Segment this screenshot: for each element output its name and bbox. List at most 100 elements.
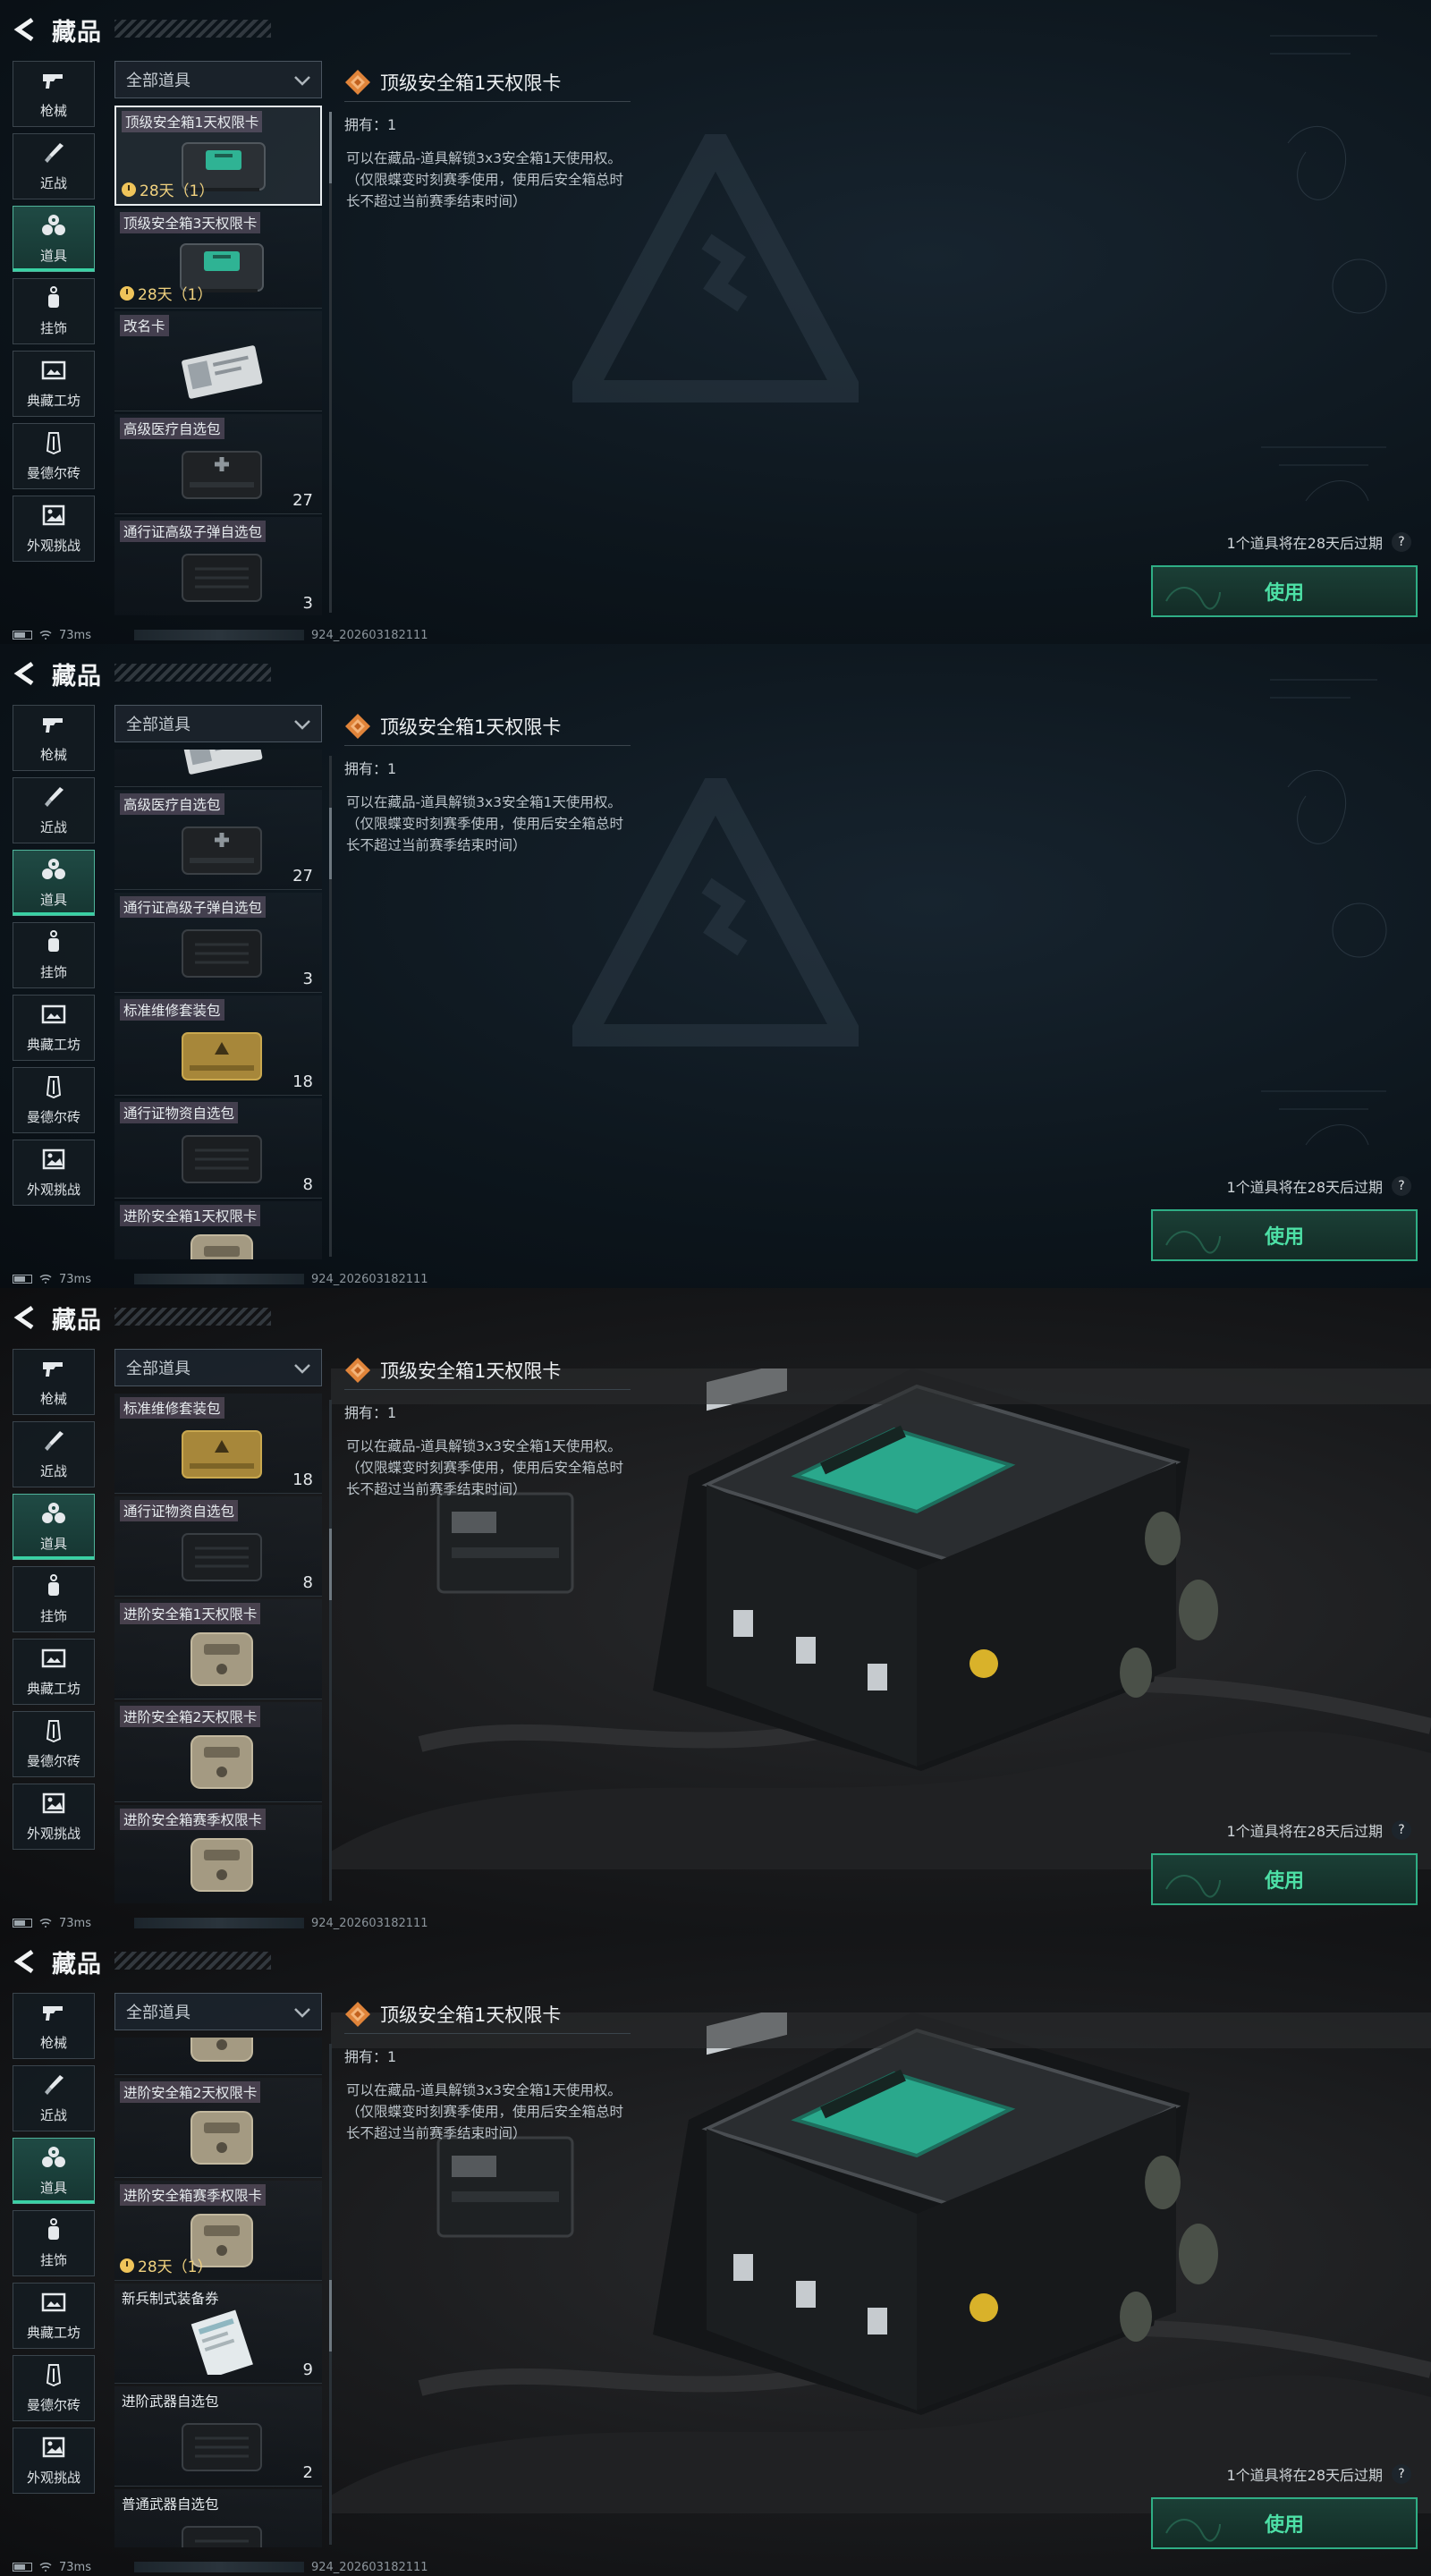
expiry-notice: 1个道具将在28天后过期? <box>1226 2463 1411 2485</box>
button-decoration <box>1165 587 1221 610</box>
item-list[interactable]: 标准维修套装包 18 通行证物资自选包 8 进阶安全箱1天权限卡 进阶安全箱2天权限卡 进阶… <box>114 1394 324 1903</box>
help-icon[interactable]: ? <box>1392 532 1411 552</box>
background-schematic <box>1261 679 1387 1146</box>
items-icon <box>40 858 67 885</box>
sidebar-item-image[interactable]: 外观挑战 <box>13 2428 95 2494</box>
item-card[interactable]: 通行证高级子弹自选包 3 <box>114 517 322 615</box>
scrollbar-thumb[interactable] <box>329 2280 332 2351</box>
brick-icon <box>40 1719 67 1746</box>
sidebar-item-knife[interactable]: 近战 <box>13 2065 95 2131</box>
scrollbar-thumb[interactable] <box>329 808 332 879</box>
sidebar-item-image[interactable]: 外观挑战 <box>13 1140 95 1206</box>
item-card[interactable]: 改名卡 <box>114 311 322 411</box>
item-card[interactable]: 普通武器自选包 <box>114 2489 322 2547</box>
sidebar-item-knife[interactable]: 近战 <box>13 1421 95 1487</box>
item-card[interactable]: 通行证物资自选包 8 <box>114 1098 322 1199</box>
back-arrow-icon[interactable] <box>13 1948 39 1975</box>
sidebar-item-gun[interactable]: 枪械 <box>13 61 95 127</box>
sidebar-item-gun[interactable]: 枪械 <box>13 1349 95 1415</box>
help-icon[interactable]: ? <box>1392 1176 1411 1196</box>
list-scrollbar[interactable] <box>329 756 332 1257</box>
sidebar-item-picture-frame[interactable]: 典藏工坊 <box>13 2283 95 2349</box>
help-icon[interactable]: ? <box>1392 1820 1411 1840</box>
sidebar-item-charm[interactable]: 挂饰 <box>13 278 95 344</box>
item-list[interactable]: 进阶安全箱2天权限卡 进阶安全箱赛季权限卡 28天（1） 新兵制式装备券 9 进阶武器自选… <box>114 2038 324 2547</box>
item-card[interactable]: 新兵制式装备券 9 <box>114 2284 322 2384</box>
sidebar-item-image[interactable]: 外观挑战 <box>13 496 95 562</box>
item-detail-header: 顶级安全箱1天权限卡 <box>344 1995 631 2034</box>
sidebar-item-items[interactable]: 道具 <box>13 2138 95 2204</box>
item-card[interactable]: 进阶安全箱2天权限卡 <box>114 1702 322 1802</box>
sidebar-item-gun[interactable]: 枪械 <box>13 1993 95 2059</box>
item-card[interactable]: 通行证高级子弹自选包 3 <box>114 893 322 993</box>
back-arrow-icon[interactable] <box>13 16 39 43</box>
wifi-icon <box>39 1918 52 1928</box>
chevron-down-icon <box>294 76 310 86</box>
sidebar-item-brick[interactable]: 曼德尔砖 <box>13 1711 95 1777</box>
back-arrow-icon[interactable] <box>13 660 39 687</box>
help-icon[interactable]: ? <box>1392 2464 1411 2484</box>
sidebar-item-label: 枪械 <box>39 746 67 763</box>
picture-frame-icon <box>40 359 67 386</box>
item-card[interactable]: 标准维修套装包 18 <box>114 1394 322 1494</box>
sidebar-item-gun[interactable]: 枪械 <box>13 705 95 771</box>
scrollbar-thumb[interactable] <box>329 1529 332 1600</box>
list-scrollbar[interactable] <box>329 2044 332 2545</box>
item-card[interactable]: 进阶安全箱赛季权限卡 <box>114 1805 322 1903</box>
sidebar-item-items[interactable]: 道具 <box>13 206 95 272</box>
use-button[interactable]: 使用 <box>1151 1209 1418 1261</box>
item-card[interactable] <box>114 2038 322 2075</box>
item-card[interactable]: 高级医疗自选包 27 <box>114 414 322 514</box>
sidebar-item-brick[interactable]: 曼德尔砖 <box>13 2355 95 2421</box>
item-list[interactable]: 高级医疗自选包 27 通行证高级子弹自选包 3 标准维修套装包 18 通行证物资自选包 8 进阶… <box>114 750 324 1259</box>
sidebar-item-knife[interactable]: 近战 <box>13 133 95 199</box>
item-card[interactable]: 顶级安全箱1天权限卡 28天（1） <box>114 106 322 206</box>
item-card[interactable]: 进阶武器自选包 2 <box>114 2386 322 2487</box>
item-list[interactable]: 顶级安全箱1天权限卡 28天（1） 顶级安全箱3天权限卡 28天（1） 改名卡 高级医疗自… <box>114 106 324 615</box>
sidebar-item-picture-frame[interactable]: 典藏工坊 <box>13 1639 95 1705</box>
item-card[interactable]: 标准维修套装包 18 <box>114 996 322 1096</box>
page-title: 藏品 <box>52 1307 102 1335</box>
item-filter-dropdown[interactable]: 全部道具 <box>114 61 322 98</box>
item-description: 可以在藏品-道具解锁3x3安全箱1天使用权。（仅限蝶变时刻赛季使用，使用后安全箱… <box>346 794 624 853</box>
item-card[interactable]: 通行证物资自选包 8 <box>114 1496 322 1597</box>
item-card[interactable]: 进阶安全箱1天权限卡 <box>114 1599 322 1699</box>
sidebar-item-image[interactable]: 外观挑战 <box>13 1784 95 1850</box>
item-detail-header: 顶级安全箱1天权限卡 <box>344 1351 631 1390</box>
list-scrollbar[interactable] <box>329 112 332 613</box>
sidebar-item-label: 近战 <box>39 174 67 191</box>
med-item-image <box>182 451 262 499</box>
item-filter-dropdown[interactable]: 全部道具 <box>114 1349 322 1386</box>
sidebar-item-items[interactable]: 道具 <box>13 1494 95 1560</box>
sidebar-item-brick[interactable]: 曼德尔砖 <box>13 423 95 489</box>
list-scrollbar[interactable] <box>329 1400 332 1901</box>
sidebar-item-items[interactable]: 道具 <box>13 850 95 916</box>
category-sidebar: 枪械近战道具 挂饰典藏工坊 曼德尔砖外观挑战 <box>13 1993 95 2500</box>
item-card[interactable]: 进阶安全箱1天权限卡 <box>114 1201 322 1259</box>
sidebar-item-charm[interactable]: 挂饰 <box>13 1566 95 1632</box>
ping-text: 73ms <box>59 2560 91 2574</box>
item-card[interactable]: 高级医疗自选包 27 <box>114 790 322 890</box>
back-arrow-icon[interactable] <box>13 1304 39 1331</box>
item-filter-dropdown[interactable]: 全部道具 <box>114 1993 322 2030</box>
button-decoration <box>1165 2519 1221 2542</box>
item-card[interactable]: 进阶安全箱赛季权限卡 28天（1） <box>114 2181 322 2281</box>
sidebar-item-charm[interactable]: 挂饰 <box>13 922 95 988</box>
sidebar-item-charm[interactable]: 挂饰 <box>13 2210 95 2276</box>
item-filter-dropdown[interactable]: 全部道具 <box>114 705 322 742</box>
use-button[interactable]: 使用 <box>1151 565 1418 617</box>
sidebar-item-label: 枪械 <box>39 2034 67 2051</box>
use-button[interactable]: 使用 <box>1151 1853 1418 1905</box>
sidebar-item-picture-frame[interactable]: 典藏工坊 <box>13 995 95 1061</box>
scrollbar-thumb[interactable] <box>329 112 332 183</box>
sidebar-item-picture-frame[interactable]: 典藏工坊 <box>13 351 95 417</box>
use-button[interactable]: 使用 <box>1151 2497 1418 2549</box>
ping-text: 73ms <box>59 1272 91 1286</box>
item-card[interactable] <box>114 750 322 787</box>
redacted-id <box>133 1918 304 1928</box>
sidebar-item-knife[interactable]: 近战 <box>13 777 95 843</box>
item-card[interactable]: 顶级安全箱3天权限卡 28天（1） <box>114 208 322 309</box>
black-item-image <box>182 1533 262 1581</box>
sidebar-item-brick[interactable]: 曼德尔砖 <box>13 1067 95 1133</box>
item-card[interactable]: 进阶安全箱2天权限卡 <box>114 2078 322 2178</box>
